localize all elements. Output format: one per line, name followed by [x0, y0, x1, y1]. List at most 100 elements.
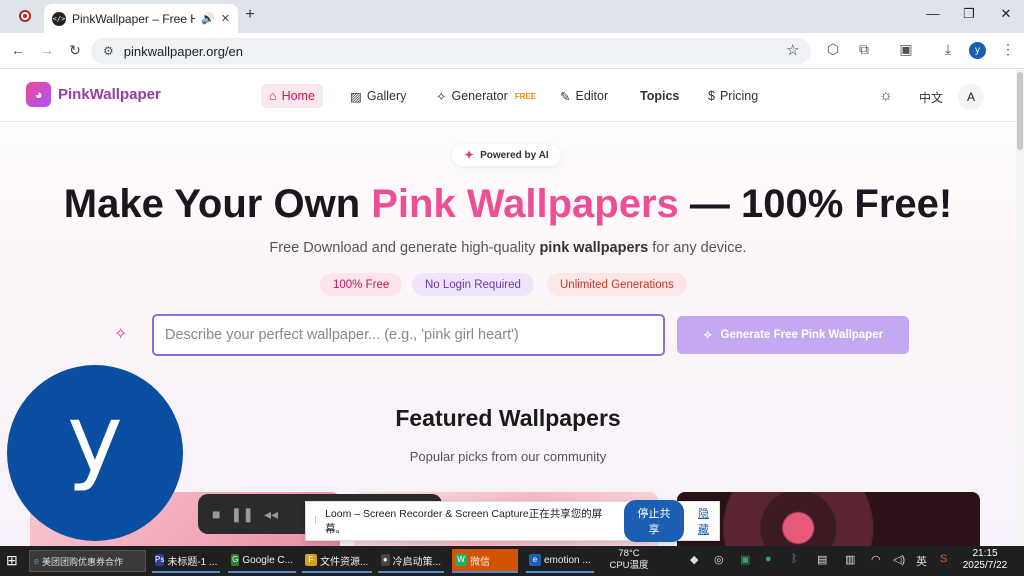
- taskbar-app-button[interactable]: Ps 未标题-1 ...: [152, 549, 220, 573]
- browser-tab[interactable]: </> PinkWallpaper – Free HD 🔊 ✕: [44, 4, 238, 33]
- taskbar-app-icon: G: [231, 554, 240, 566]
- volume-icon[interactable]: ◁): [893, 553, 905, 566]
- minimize-button[interactable]: —: [920, 6, 946, 26]
- taskbar-app-button[interactable]: W 微信: [452, 549, 518, 573]
- image-icon: ▨: [350, 89, 362, 104]
- browser-profile-avatar[interactable]: y: [969, 42, 986, 59]
- tray-app-icon[interactable]: ▤: [817, 553, 827, 566]
- input-method-icon[interactable]: S: [940, 553, 947, 565]
- tab-close-icon[interactable]: ✕: [221, 12, 230, 25]
- pencil-icon: ✎: [560, 89, 571, 104]
- forward-button[interactable]: →: [37, 40, 57, 60]
- theme-toggle-sun-icon[interactable]: ☼: [879, 87, 893, 104]
- share-notice-text: Loom – Screen Recorder & Screen Capture正…: [325, 508, 603, 535]
- sparkle-icon: ✦: [464, 148, 475, 162]
- hero-headline: Make Your Own Pink Wallpapers — 100% Fre…: [0, 182, 1016, 227]
- feature-chip-free: 100% Free: [320, 273, 403, 296]
- wallpaper-prompt-input[interactable]: [152, 314, 665, 356]
- taskbar-app-label: 微信: [470, 556, 490, 568]
- subtitle-bold: pink wallpapers: [539, 240, 649, 256]
- free-badge: FREE: [514, 91, 537, 101]
- tray-bluetooth-icon[interactable]: ᛒ: [791, 553, 798, 565]
- home-icon: ⌂: [269, 89, 277, 103]
- taskbar-search-box[interactable]: e 美团团购优惠券合作: [29, 550, 146, 572]
- drag-handle-icon[interactable]: ⁞: [314, 515, 317, 527]
- taskbar-app-icon: W: [455, 554, 467, 566]
- taskbar-clock[interactable]: 21:15 2025/7/22: [960, 548, 1010, 572]
- magic-wand-icon: ✧: [436, 89, 447, 104]
- tray-wechat-icon[interactable]: ▣: [740, 553, 750, 566]
- webcam-avatar-bubble[interactable]: y: [7, 365, 183, 541]
- window-close-button[interactable]: ✕: [993, 6, 1019, 26]
- site-favicon-icon: </>: [52, 11, 66, 26]
- taskbar-app-label: Google C...: [242, 554, 293, 566]
- nav-gallery-label: Gallery: [366, 89, 407, 103]
- headline-part-1: Make Your Own: [63, 182, 372, 226]
- browser-menu-icon[interactable]: ⋮: [999, 41, 1017, 58]
- side-panel-icon[interactable]: ▣: [897, 41, 915, 58]
- nav-gallery[interactable]: ▨ Gallery: [342, 84, 414, 108]
- scrollbar-thumb[interactable]: [1017, 72, 1023, 150]
- nav-pricing[interactable]: $ Pricing: [700, 84, 766, 108]
- taskbar-app-button[interactable]: G Google C...: [228, 549, 296, 573]
- generate-button-label: Generate Free Pink Wallpaper: [720, 329, 884, 341]
- wallpaper-card[interactable]: [677, 492, 980, 546]
- taskbar-search-text: 美团团购优惠券合作: [42, 556, 124, 567]
- nav-generator[interactable]: ✧ Generator FREE: [428, 84, 544, 108]
- windows-start-icon[interactable]: ⊞: [6, 553, 21, 568]
- tab-title: PinkWallpaper – Free HD: [72, 11, 196, 26]
- ime-indicator[interactable]: 英: [916, 553, 927, 569]
- nav-home[interactable]: ⌂ Home: [261, 84, 323, 108]
- nav-editor-label: Editor: [575, 89, 609, 103]
- nav-editor[interactable]: ✎ Editor: [552, 84, 616, 108]
- nav-generator-label: Generator: [451, 89, 508, 103]
- headline-part-2: — 100% Free!: [678, 182, 953, 226]
- taskbar-app-button[interactable]: ● 冷启动策...: [378, 549, 444, 573]
- hero-subtitle: Free Download and generate high-quality …: [0, 240, 1016, 256]
- restore-button[interactable]: ❐: [956, 6, 982, 26]
- clock-time: 21:15: [972, 548, 998, 559]
- taskbar-app-icon: F: [305, 554, 317, 566]
- tab-audio-icon[interactable]: 🔊: [201, 12, 215, 25]
- generate-wallpaper-button[interactable]: ✧ Generate Free Pink Wallpaper: [677, 316, 909, 354]
- brand-name[interactable]: PinkWallpaper: [58, 86, 161, 103]
- taskbar-app-label: 文件资源...: [320, 556, 369, 568]
- powered-by-badge: ✦ Powered by AI: [452, 144, 561, 166]
- nav-topics-label: Topics: [640, 89, 680, 103]
- nav-home-label: Home: [281, 89, 315, 103]
- wifi-icon[interactable]: ◠: [871, 553, 881, 566]
- extension-cube-icon[interactable]: ⬡: [824, 41, 842, 58]
- account-avatar[interactable]: A: [958, 84, 984, 110]
- taskbar-app-label: 未标题-1 ...: [167, 556, 218, 568]
- taskbar-app-button[interactable]: F 文件资源...: [302, 549, 372, 573]
- rewind-icon[interactable]: ◂◂: [264, 506, 278, 523]
- stop-sharing-button[interactable]: 停止共享: [623, 500, 684, 542]
- stop-recording-icon[interactable]: ■: [212, 506, 220, 522]
- taskbar-app-button[interactable]: e emotion ...: [526, 549, 594, 573]
- recording-indicator-icon[interactable]: [19, 10, 31, 22]
- download-icon[interactable]: ⤓: [939, 41, 957, 58]
- cpu-temperature: 78°C CPU温度: [606, 548, 652, 572]
- subtitle-part-2: for any device.: [648, 240, 747, 256]
- tray-app-icon[interactable]: ▥: [845, 553, 855, 566]
- pause-icon[interactable]: ❚❚: [230, 506, 253, 523]
- reload-button[interactable]: ↻: [65, 40, 85, 60]
- site-info-icon[interactable]: ⚙: [103, 44, 114, 58]
- cpu-temp-label: CPU温度: [609, 560, 649, 571]
- taskbar-app-label: emotion ...: [544, 554, 591, 566]
- tray-security-icon[interactable]: ●: [765, 553, 772, 565]
- tray-app-icon[interactable]: ◆: [690, 553, 698, 566]
- nav-topics[interactable]: Topics: [632, 84, 687, 108]
- extensions-puzzle-icon[interactable]: ⧉: [855, 41, 873, 58]
- address-bar[interactable]: ⚙ pinkwallpaper.org/en: [91, 38, 811, 64]
- new-tab-button[interactable]: +: [241, 6, 259, 26]
- hide-link[interactable]: 隐藏: [698, 505, 719, 537]
- back-button[interactable]: ←: [8, 40, 28, 60]
- cpu-temp-value: 78°C: [618, 548, 640, 559]
- bookmark-star-icon[interactable]: ☆: [786, 41, 799, 59]
- taskbar-app-icon: Ps: [155, 554, 165, 566]
- brand-logo-icon[interactable]: ◕: [26, 82, 51, 107]
- tray-edge-icon[interactable]: ◎: [714, 553, 724, 566]
- language-switch[interactable]: 中文: [919, 89, 943, 106]
- dollar-icon: $: [708, 89, 715, 103]
